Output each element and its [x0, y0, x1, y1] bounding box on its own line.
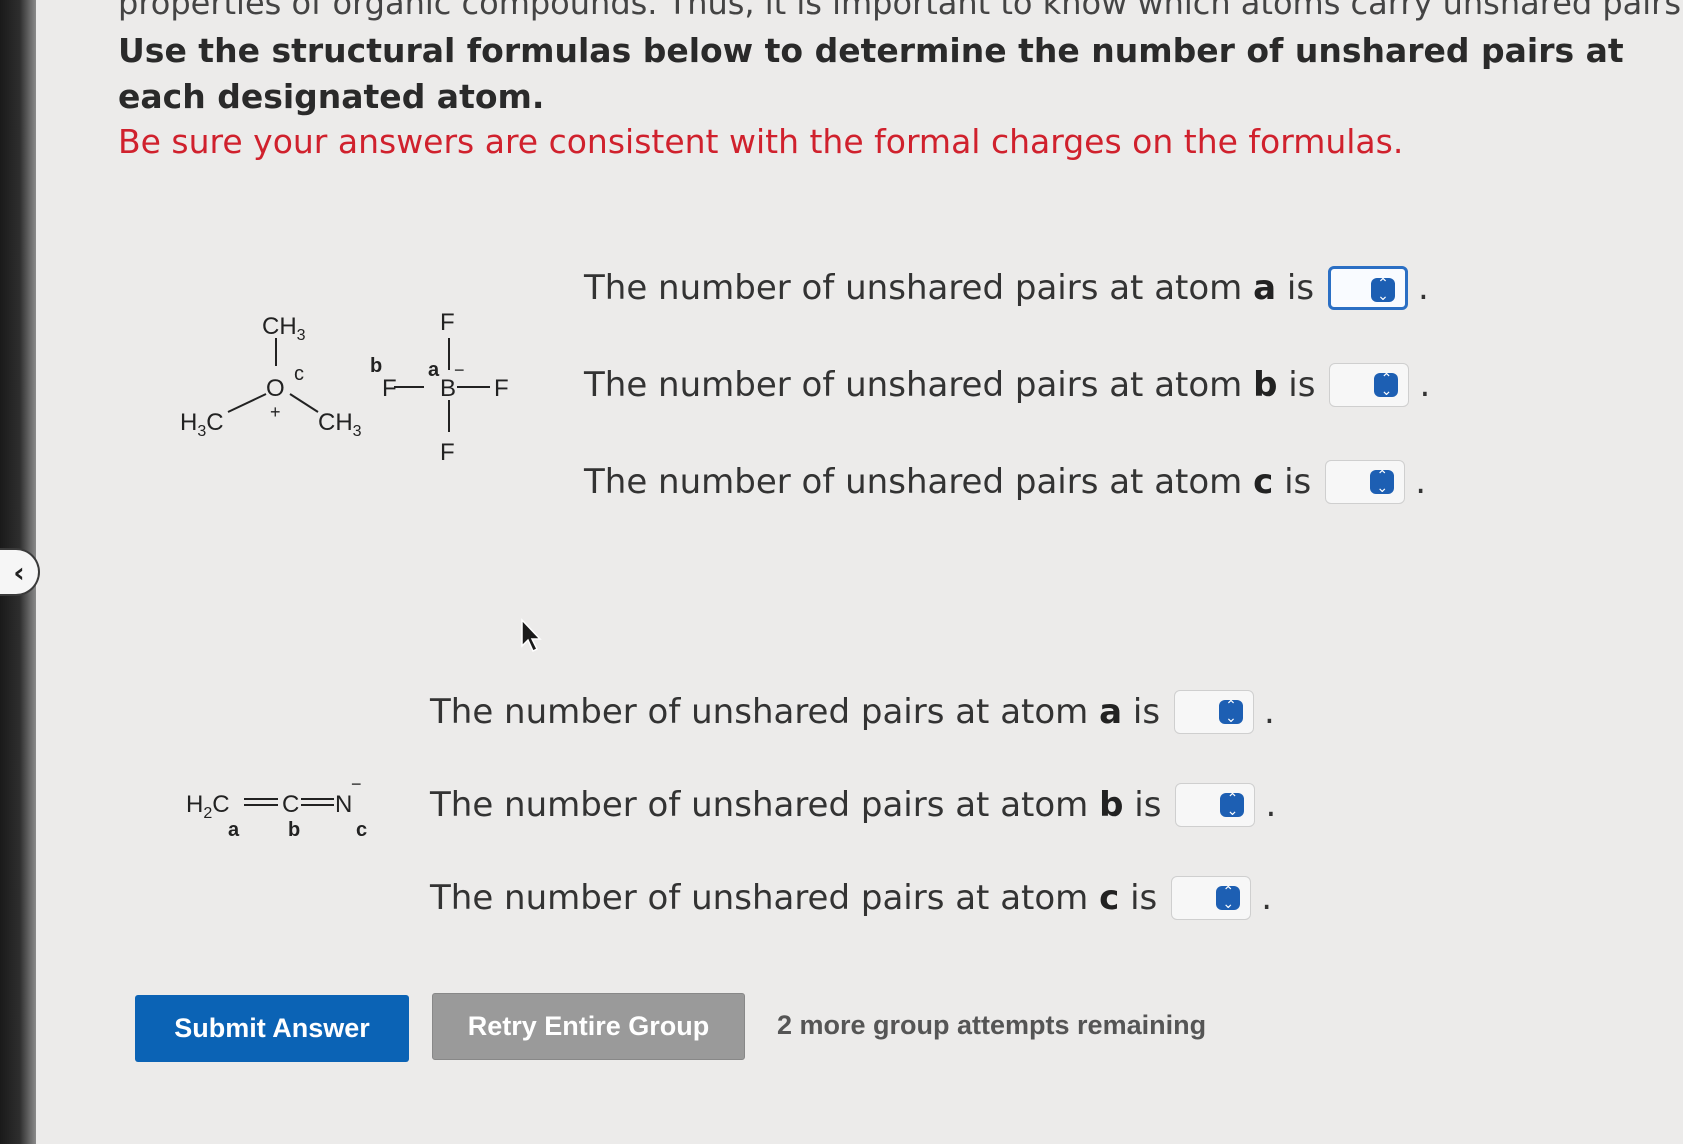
atom-ch3-top: CH3	[262, 313, 306, 344]
atom-f-bottom: F	[440, 439, 455, 466]
label-a: a	[228, 819, 240, 840]
question-row-1a: The number of unshared pairs at atom a i…	[584, 266, 1429, 310]
atom-f-left: F	[382, 375, 397, 402]
atom-letter: b	[1253, 365, 1278, 405]
answer-select-1a[interactable]: ⌃ ⌄	[1328, 266, 1409, 310]
atom-letter: a	[1099, 692, 1123, 732]
atom-h2c: H2C	[186, 791, 230, 822]
label-b: b	[288, 819, 300, 840]
question-prefix: The number of unshared pairs at atom	[584, 268, 1243, 308]
answer-select-2b[interactable]: ⌃ ⌄	[1175, 783, 1256, 827]
question-is: is	[1284, 462, 1312, 502]
formal-charge-plus: +	[270, 402, 281, 422]
atom-h3c: H3C	[180, 409, 224, 440]
question-prefix: The number of unshared pairs at atom	[430, 692, 1089, 732]
atom-central-c: C	[282, 791, 299, 818]
atom-letter: c	[1253, 462, 1274, 502]
atom-oxygen: O	[266, 375, 285, 402]
answer-select-1b[interactable]: ⌃ ⌄	[1329, 363, 1410, 407]
chevron-left-icon: ‹	[13, 555, 25, 589]
dropdown-arrows-icon: ⌃ ⌄	[1220, 792, 1245, 818]
question-row-1c: The number of unshared pairs at atom c i…	[584, 460, 1427, 504]
question-prefix: The number of unshared pairs at atom	[584, 365, 1243, 405]
atom-ch3-right: CH3	[318, 409, 362, 440]
question-is: is	[1130, 878, 1158, 918]
retry-group-button[interactable]: Retry Entire Group	[432, 993, 745, 1060]
question-warning: Be sure your answers are consistent with…	[118, 122, 1404, 161]
question-prefix: The number of unshared pairs at atom	[430, 878, 1089, 918]
atom-letter: a	[1253, 268, 1277, 308]
answer-select-2c[interactable]: ⌃ ⌄	[1171, 876, 1252, 920]
dropdown-arrows-icon: ⌃ ⌄	[1216, 885, 1241, 911]
atom-letter: b	[1099, 785, 1124, 825]
dropdown-arrows-icon: ⌃ ⌄	[1219, 699, 1244, 725]
label-c: c	[356, 819, 367, 840]
label-b: b	[370, 355, 382, 377]
question-is: is	[1132, 692, 1161, 732]
previous-text-cut: properties of organic compounds. Thus, i…	[118, 0, 1683, 22]
dropdown-arrows-icon: ⌃ ⌄	[1371, 277, 1396, 303]
label-c: c	[294, 363, 304, 385]
atom-nitrogen: N	[335, 791, 352, 818]
attempts-remaining: 2 more group attempts remaining	[777, 1010, 1207, 1040]
question-prefix: The number of unshared pairs at atom	[430, 785, 1089, 825]
question-row-2a: The number of unshared pairs at atom a i…	[430, 690, 1275, 734]
atom-letter: c	[1099, 878, 1120, 918]
question-row-2c: The number of unshared pairs at atom c i…	[430, 876, 1273, 920]
label-a: a	[428, 359, 440, 381]
question-is: is	[1134, 785, 1162, 825]
answer-select-1c[interactable]: ⌃ ⌄	[1325, 460, 1406, 504]
question-instruction: Use the structural formulas below to det…	[118, 31, 1624, 116]
mouse-pointer-icon	[521, 618, 542, 653]
question-row-1b: The number of unshared pairs at atom b i…	[584, 363, 1431, 407]
structure-oxonium-borate: CH3 O c + H3C CH3 b F F B a − F F	[180, 309, 509, 466]
question-is: is	[1286, 268, 1315, 308]
question-prefix: The number of unshared pairs at atom	[584, 462, 1243, 502]
atom-f-right: F	[494, 375, 509, 402]
question-row-2b: The number of unshared pairs at atom b i…	[430, 783, 1277, 827]
structure-ketenimine-anion: H2C C N − a b c	[186, 780, 367, 840]
question-is: is	[1288, 365, 1316, 405]
submit-answer-button[interactable]: Submit Answer	[135, 995, 409, 1062]
dropdown-arrows-icon: ⌃ ⌄	[1374, 372, 1399, 398]
formal-charge-minus-n: −	[351, 780, 362, 794]
atom-f-top: F	[440, 309, 455, 336]
dropdown-arrows-icon: ⌃ ⌄	[1370, 469, 1395, 495]
answer-select-2a[interactable]: ⌃ ⌄	[1174, 690, 1255, 734]
formal-charge-minus: −	[454, 360, 465, 380]
